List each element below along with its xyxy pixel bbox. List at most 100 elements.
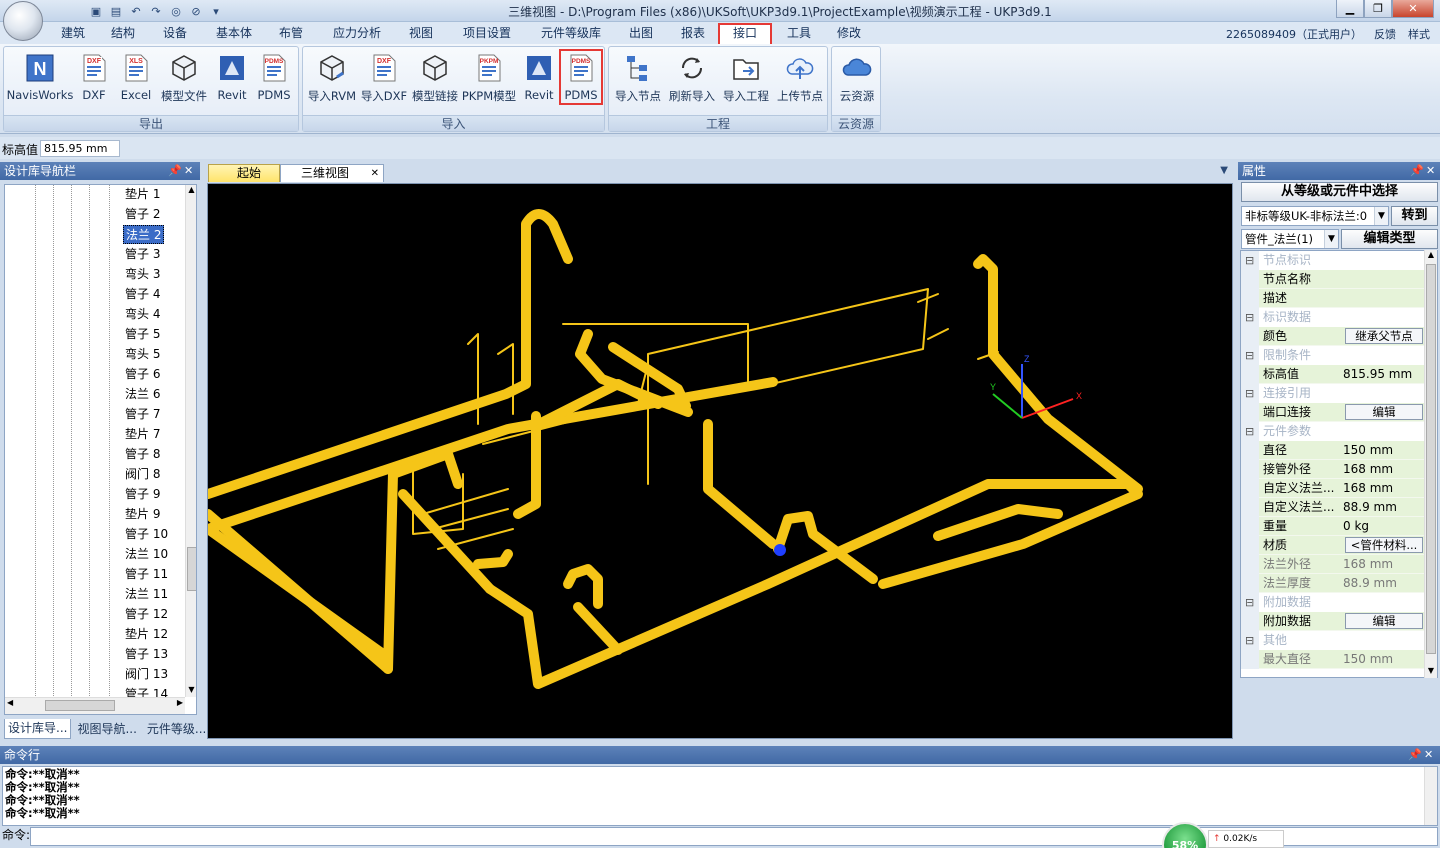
property-category[interactable]: ⊟ 元件参数 xyxy=(1241,422,1425,441)
style-menu[interactable]: 样式 xyxy=(1408,26,1430,42)
export-excel-button[interactable]: XLS Excel xyxy=(118,51,154,107)
tree-vertical-scrollbar[interactable]: ▲ ▼ xyxy=(185,185,196,697)
import-dxf-button[interactable]: DXF 导入DXF xyxy=(359,51,409,107)
model-link-button[interactable]: 模型链接 xyxy=(407,51,463,107)
tree-item[interactable]: 管子 12 xyxy=(123,605,170,624)
collapse-icon[interactable]: ⊟ xyxy=(1245,251,1254,270)
tree-item[interactable]: 法兰 11 xyxy=(123,585,170,604)
tab-view[interactable]: 视图 xyxy=(406,25,436,43)
application-menu-button[interactable] xyxy=(3,1,43,41)
tab-building[interactable]: 建筑 xyxy=(58,25,88,43)
tree-item[interactable]: 管子 5 xyxy=(123,325,162,344)
property-edit-button[interactable]: 继承父节点 xyxy=(1345,328,1423,344)
minimize-button[interactable]: ▁ xyxy=(1336,0,1364,18)
property-value[interactable]: 815.95 mm xyxy=(1343,365,1425,384)
maximize-button[interactable]: ❐ xyxy=(1364,0,1392,18)
tab-list-icon[interactable]: ▼ xyxy=(1220,165,1228,176)
tree-item[interactable]: 法兰 10 xyxy=(123,545,170,564)
tab-tools[interactable]: 工具 xyxy=(784,25,814,43)
tab-stress-analysis[interactable]: 应力分析 xyxy=(328,25,386,43)
show-icon[interactable]: ◎ xyxy=(168,4,184,19)
close-icon[interactable]: ✕ xyxy=(1424,746,1433,764)
property-category[interactable]: ⊟ 标识数据 xyxy=(1241,308,1425,327)
export-pdms-button[interactable]: PDMS PDMS xyxy=(254,51,294,107)
tree-item[interactable]: 管子 11 xyxy=(123,565,170,584)
property-value[interactable]: 0 kg xyxy=(1343,517,1425,536)
undo-icon[interactable]: ↶ xyxy=(128,4,144,19)
import-pdms-button[interactable]: PDMS PDMS xyxy=(559,49,603,105)
import-node-button[interactable]: 导入节点 xyxy=(611,51,665,107)
property-value[interactable]: 168 mm xyxy=(1343,460,1425,479)
edit-type-button[interactable]: 编辑类型 xyxy=(1341,229,1438,249)
tab-component-grade[interactable]: 元件等级... xyxy=(143,719,210,739)
upload-node-button[interactable]: 上传节点 xyxy=(773,51,827,107)
property-value[interactable]: 168 mm xyxy=(1343,479,1425,498)
tree-item[interactable]: 阀门 13 xyxy=(123,665,170,684)
feedback-link[interactable]: 反馈 xyxy=(1374,26,1396,42)
tab-start-page[interactable]: 起始页 xyxy=(208,164,280,197)
pin-icon[interactable]: 📌 xyxy=(1408,746,1422,764)
tab-piping[interactable]: 布管 xyxy=(276,25,306,43)
property-edit-button[interactable]: 编辑 xyxy=(1345,404,1423,420)
customize-toolbar-icon[interactable]: ▾ xyxy=(208,4,224,19)
import-project-button[interactable]: 导入工程 xyxy=(719,51,773,107)
import-pkpm-button[interactable]: PKPM PKPM模型 xyxy=(461,51,517,107)
tab-design-library[interactable]: 设计库导... xyxy=(4,719,72,739)
property-value[interactable]: 88.9 mm xyxy=(1343,498,1425,517)
command-scrollbar[interactable] xyxy=(1424,767,1437,825)
hide-icon[interactable]: ⊘ xyxy=(188,4,204,19)
export-navisworks-button[interactable]: N NavisWorks xyxy=(7,51,73,107)
property-value[interactable]: 150 mm xyxy=(1343,441,1425,460)
tree-item[interactable]: 弯头 4 xyxy=(123,305,162,324)
property-scrollbar[interactable]: ▲ ▼ xyxy=(1424,250,1437,678)
collapse-icon[interactable]: ⊟ xyxy=(1245,308,1254,327)
component-dropdown[interactable]: 管件_法兰(1) ▼ xyxy=(1241,229,1339,249)
property-value[interactable]: 88.9 mm xyxy=(1343,574,1425,593)
tree-item[interactable]: 弯头 3 xyxy=(123,265,162,284)
tab-3d-view[interactable]: 三维视图 ✕ xyxy=(280,164,384,182)
close-tab-icon[interactable]: ✕ xyxy=(371,165,379,182)
collapse-icon[interactable]: ⊟ xyxy=(1245,593,1254,612)
export-model-file-button[interactable]: 模型文件 xyxy=(158,51,210,107)
goto-button[interactable]: 转到 xyxy=(1391,206,1438,226)
pin-icon[interactable]: 📌 xyxy=(168,162,182,180)
property-edit-button[interactable]: 编辑 xyxy=(1345,613,1423,629)
property-category[interactable]: ⊟ 其他 xyxy=(1241,631,1425,650)
tree-item[interactable]: 管子 4 xyxy=(123,285,162,304)
tab-drawing[interactable]: 出图 xyxy=(626,25,656,43)
tree-item[interactable]: 阀门 8 xyxy=(123,465,162,484)
tab-structure[interactable]: 结构 xyxy=(108,25,138,43)
collapse-icon[interactable]: ⊟ xyxy=(1245,346,1254,365)
tree-item[interactable]: 垫片 1 xyxy=(123,185,162,204)
tab-component-grade-library[interactable]: 元件等级库 xyxy=(536,25,606,43)
export-dxf-button[interactable]: DXF DXF xyxy=(76,51,112,107)
tree-horizontal-scrollbar[interactable]: ◀ ▶ xyxy=(5,697,185,714)
selected-flange-marker[interactable] xyxy=(774,544,786,556)
tree-item[interactable]: 法兰 2 xyxy=(123,225,165,244)
close-icon[interactable]: ✕ xyxy=(1426,162,1435,180)
tab-view-navigation[interactable]: 视图导航... xyxy=(73,719,140,739)
tree-item[interactable]: 垫片 12 xyxy=(123,625,170,644)
refresh-import-button[interactable]: 刷新导入 xyxy=(665,51,719,107)
tree-item[interactable]: 垫片 9 xyxy=(123,505,162,524)
property-category[interactable]: ⊟ 节点标识 xyxy=(1241,251,1425,270)
save-icon[interactable]: ▣ xyxy=(88,4,104,19)
elevation-input[interactable]: 815.95 mm xyxy=(40,140,120,157)
property-value[interactable]: 150 mm xyxy=(1343,650,1425,669)
tree-item[interactable]: 管子 8 xyxy=(123,445,162,464)
collapse-icon[interactable]: ⊟ xyxy=(1245,384,1254,403)
tab-report[interactable]: 报表 xyxy=(678,25,708,43)
tree-item[interactable]: 管子 9 xyxy=(123,485,162,504)
property-edit-button[interactable]: <管件材料... xyxy=(1345,537,1423,553)
property-category[interactable]: ⊟ 附加数据 xyxy=(1241,593,1425,612)
collapse-icon[interactable]: ⊟ xyxy=(1245,422,1254,441)
tree-item[interactable]: 垫片 7 xyxy=(123,425,162,444)
tree-item[interactable]: 管子 13 xyxy=(123,645,170,664)
close-icon[interactable]: ✕ xyxy=(184,162,193,180)
pin-icon[interactable]: 📌 xyxy=(1410,162,1424,180)
tree-item[interactable]: 管子 7 xyxy=(123,405,162,424)
tree-item[interactable]: 弯头 5 xyxy=(123,345,162,364)
property-category[interactable]: ⊟ 限制条件 xyxy=(1241,346,1425,365)
tree-item[interactable]: 管子 6 xyxy=(123,365,162,384)
tree-item[interactable]: 法兰 6 xyxy=(123,385,162,404)
